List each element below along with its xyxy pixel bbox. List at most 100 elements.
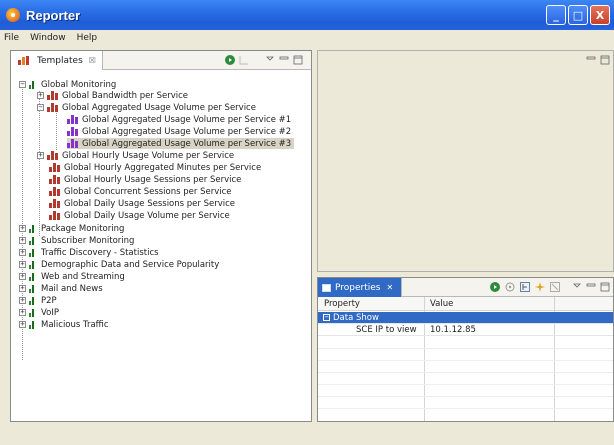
tree-label: Global Bandwidth per Service (62, 90, 189, 101)
expand-icon[interactable]: + (19, 285, 26, 292)
collapse-icon[interactable]: − (323, 314, 330, 321)
chart-folder-icon (29, 308, 37, 317)
menu-file[interactable]: File (4, 33, 19, 43)
tree-item-package-monitoring[interactable]: + Package Monitoring (19, 223, 124, 234)
expand-icon[interactable]: + (19, 249, 26, 256)
expand-icon[interactable]: + (37, 92, 44, 99)
chart-template-icon (49, 211, 60, 220)
property-value[interactable]: 10.1.12.85 (430, 325, 476, 335)
tree-item-global-hourly-sessions[interactable]: Global Hourly Usage Sessions per Service (49, 174, 241, 185)
expand-icon[interactable]: + (19, 321, 26, 328)
tree-label: Global Concurrent Sessions per Service (64, 186, 232, 197)
property-group-label: Data Show (333, 312, 379, 323)
expand-icon[interactable]: + (19, 309, 26, 316)
tab-templates[interactable]: Templates ☒ (11, 51, 103, 70)
column-header-property[interactable]: Property (324, 299, 360, 309)
tab-properties-label: Properties (335, 282, 381, 293)
expand-icon[interactable]: + (19, 237, 26, 244)
table-grid-line (318, 360, 613, 361)
property-row[interactable]: SCE IP to view 10.1.12.85 (318, 324, 613, 336)
properties-table: Property Value − Data Show SCE IP to vie… (318, 297, 613, 421)
tab-properties[interactable]: Properties ✕ (318, 278, 403, 297)
tree-label: Global Hourly Usage Sessions per Service (64, 174, 242, 185)
tree-item-global-daily-volume[interactable]: Global Daily Usage Volume per Service (49, 210, 230, 221)
chart-folder-icon (29, 224, 37, 233)
menu-window[interactable]: Window (30, 33, 66, 43)
close-button[interactable]: X (590, 5, 610, 25)
window-title: Reporter (26, 7, 81, 23)
advanced-properties-icon[interactable] (535, 282, 545, 292)
expand-icon[interactable]: + (19, 225, 26, 232)
expand-icon[interactable]: + (37, 152, 44, 159)
column-header-value[interactable]: Value (430, 299, 453, 309)
view-menu-icon[interactable] (572, 281, 582, 291)
tree-item-traffic-discovery[interactable]: + Traffic Discovery - Statistics (19, 247, 159, 258)
tree-label: Global Aggregated Usage Volume per Servi… (82, 138, 292, 149)
tree-item-global-aggregated-3[interactable]: Global Aggregated Usage Volume per Servi… (67, 138, 295, 149)
tab-templates-label: Templates (37, 55, 83, 66)
minimize-view-icon[interactable] (586, 54, 596, 64)
tree-label: Subscriber Monitoring (41, 235, 135, 246)
tree-item-web-streaming[interactable]: + Web and Streaming (19, 271, 125, 282)
expand-icon[interactable]: + (19, 273, 26, 280)
report-instance-icon (67, 115, 78, 124)
property-name: SCE IP to view (356, 324, 417, 335)
refresh-icon[interactable] (505, 282, 515, 292)
tree-label: P2P (41, 295, 57, 306)
minimize-button[interactable]: _ (546, 5, 566, 25)
chart-template-icon (47, 91, 58, 100)
categories-icon[interactable] (520, 282, 530, 292)
tree-item-subscriber-monitoring[interactable]: + Subscriber Monitoring (19, 235, 134, 246)
tree-item-global-hourly-minutes[interactable]: Global Hourly Aggregated Minutes per Ser… (49, 162, 261, 173)
tree-label: Package Monitoring (41, 223, 125, 234)
tab-properties-close-icon[interactable]: ✕ (386, 283, 393, 292)
chart-template-icon (49, 199, 60, 208)
collapse-icon[interactable]: − (37, 104, 44, 111)
collapse-icon[interactable]: − (19, 81, 26, 88)
property-group-row[interactable]: − Data Show (318, 312, 613, 324)
tree-item-mail-news[interactable]: + Mail and News (19, 283, 103, 294)
tree-item-global-aggregated-1[interactable]: Global Aggregated Usage Volume per Servi… (67, 114, 291, 125)
minimize-view-icon[interactable] (586, 281, 596, 291)
chart-folder-icon (29, 296, 37, 305)
tree-label: Global Aggregated Usage Volume per Servi… (82, 114, 292, 125)
tree-label: Traffic Discovery - Statistics (41, 247, 159, 258)
tree-item-global-concurrent[interactable]: Global Concurrent Sessions per Service (49, 186, 232, 197)
tree-item-global-monitoring[interactable]: − Global Monitoring (19, 79, 116, 90)
maximize-button[interactable]: □ (568, 5, 588, 25)
tree-item-voip[interactable]: + VoIP (19, 307, 59, 318)
tree-item-malicious[interactable]: + Malicious Traffic (19, 319, 109, 330)
maximize-view-icon[interactable] (600, 282, 610, 292)
editor-area (317, 50, 614, 272)
tree-item-global-aggregated-2[interactable]: Global Aggregated Usage Volume per Servi… (67, 126, 291, 137)
properties-table-header: Property Value (318, 297, 613, 311)
tree-label: Global Daily Usage Volume per Service (64, 210, 230, 221)
window-controls: _ □ X (546, 5, 610, 25)
chart-template-icon (49, 175, 60, 184)
chart-folder-icon (29, 320, 37, 329)
run-icon[interactable] (490, 282, 500, 292)
expand-icon[interactable]: + (19, 297, 26, 304)
maximize-view-icon[interactable] (293, 55, 303, 65)
maximize-view-icon[interactable] (600, 55, 610, 65)
table-grid-line (318, 396, 613, 397)
chart-folder-icon (29, 284, 37, 293)
tree-item-p2p[interactable]: + P2P (19, 295, 57, 306)
new-template-icon[interactable] (239, 55, 249, 65)
tree-item-global-bandwidth[interactable]: + Global Bandwidth per Service (37, 90, 188, 101)
tree-label: Global Daily Usage Sessions per Service (64, 198, 236, 209)
tab-templates-close-icon[interactable]: ☒ (89, 56, 96, 65)
tree-item-global-aggregated[interactable]: − Global Aggregated Usage Volume per Ser… (37, 102, 256, 113)
tree-item-global-daily-sessions[interactable]: Global Daily Usage Sessions per Service (49, 198, 235, 209)
report-instance-icon (67, 139, 78, 148)
expand-icon[interactable]: + (19, 261, 26, 268)
tree-label: Demographic Data and Service Popularity (41, 259, 220, 270)
run-icon[interactable] (225, 55, 235, 65)
menu-help[interactable]: Help (77, 33, 98, 43)
restore-defaults-icon[interactable] (550, 282, 560, 292)
tree-item-demographic[interactable]: + Demographic Data and Service Popularit… (19, 259, 219, 270)
view-menu-icon[interactable] (265, 54, 275, 64)
minimize-view-icon[interactable] (279, 54, 289, 64)
tree-item-global-hourly-usage[interactable]: + Global Hourly Usage Volume per Service (37, 150, 234, 161)
report-instance-icon (67, 127, 78, 136)
